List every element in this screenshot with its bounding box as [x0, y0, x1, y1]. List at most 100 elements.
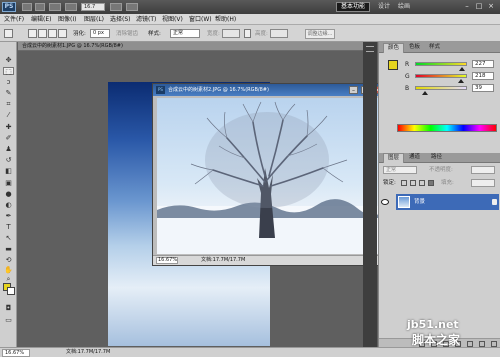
- pen-tool-icon[interactable]: ✒: [3, 212, 14, 220]
- crop-tool-icon[interactable]: ⌗: [3, 100, 14, 108]
- fill-input[interactable]: [471, 179, 495, 187]
- floating-document-window[interactable]: PS 合成云中的树素材2.JPG @ 16.7%(RGB/8#) – □ ×: [152, 83, 389, 266]
- feather-input[interactable]: 0 px: [90, 29, 110, 38]
- eraser-tool-icon[interactable]: ◧: [3, 167, 14, 175]
- blur-tool-icon[interactable]: ●: [3, 190, 14, 198]
- history-brush-tool-icon[interactable]: ↺: [3, 156, 14, 164]
- menu-filter[interactable]: 滤镜(T): [136, 15, 156, 24]
- maximize-button[interactable]: □: [474, 2, 484, 11]
- workspace-painting[interactable]: 绘画: [398, 2, 410, 12]
- layer-visibility-eye-icon[interactable]: [381, 199, 389, 205]
- tab-swatches[interactable]: 色板: [405, 43, 424, 53]
- lock-position-icon[interactable]: [419, 180, 425, 186]
- layer-row-background[interactable]: 背景: [396, 194, 499, 210]
- swap-dimensions-icon[interactable]: [244, 29, 251, 38]
- healing-brush-tool-icon[interactable]: ✚: [3, 123, 14, 131]
- menu-select[interactable]: 选择(S): [110, 15, 131, 24]
- tab-color[interactable]: 颜色: [383, 43, 405, 53]
- dodge-tool-icon[interactable]: ◐: [3, 201, 14, 209]
- screen-mode-button[interactable]: [126, 3, 138, 11]
- channel-r-knob[interactable]: [459, 67, 465, 71]
- channel-g-value[interactable]: 218: [472, 72, 494, 80]
- floating-window-title-bar[interactable]: PS 合成云中的树素材2.JPG @ 16.7%(RGB/8#) – □ ×: [153, 84, 388, 96]
- menu-image[interactable]: 图像(I): [58, 15, 76, 24]
- channel-b-knob[interactable]: [422, 91, 428, 95]
- layer-thumbnail: [398, 196, 410, 208]
- lock-image-icon[interactable]: [410, 180, 416, 186]
- menu-layer[interactable]: 图层(L): [84, 15, 104, 24]
- color-ramp[interactable]: [397, 124, 497, 132]
- clone-stamp-tool-icon[interactable]: ♟: [3, 145, 14, 153]
- menu-window[interactable]: 窗口(W): [189, 15, 212, 24]
- subtract-selection-icon[interactable]: [48, 29, 57, 38]
- rectangular-marquee-tool-icon[interactable]: ⬚: [3, 67, 14, 76]
- channel-b-label: B: [405, 85, 410, 92]
- channel-b-value[interactable]: 39: [472, 84, 494, 92]
- feather-label: 羽化:: [73, 31, 86, 37]
- channel-g-knob[interactable]: [458, 79, 464, 83]
- channel-b-slider[interactable]: [415, 86, 467, 95]
- tab-styles[interactable]: 样式: [425, 43, 444, 53]
- style-select[interactable]: 正常: [170, 29, 200, 38]
- view-extras-button[interactable]: [49, 3, 61, 11]
- zoom-tool-icon[interactable]: ⌕: [3, 275, 14, 283]
- winter-tree-photo: [157, 98, 385, 254]
- mini-bridge-button[interactable]: [35, 3, 45, 11]
- lasso-tool-icon[interactable]: ↄ: [3, 78, 14, 86]
- tab-layers[interactable]: 图层: [383, 153, 405, 163]
- menu-edit[interactable]: 编辑(E): [31, 15, 51, 24]
- document-tab-title: 合成云中的树素材1.JPG @ 16.7%(RGB/8#): [22, 43, 123, 49]
- antialias-checkbox-label[interactable]: 消除锯齿: [116, 30, 138, 38]
- quick-mask-icon[interactable]: ◘: [3, 304, 14, 312]
- path-selection-tool-icon[interactable]: ↖: [3, 234, 14, 242]
- channel-g-slider[interactable]: [415, 74, 467, 83]
- eyedropper-tool-icon[interactable]: ⁄: [3, 111, 14, 119]
- status-zoom-field[interactable]: 16.67%: [2, 349, 30, 357]
- add-selection-icon[interactable]: [38, 29, 47, 38]
- zoom-level-field[interactable]: 16.7: [81, 3, 105, 11]
- color-panel-foreground-swatch[interactable]: [388, 60, 398, 70]
- lock-all-icon[interactable]: [428, 180, 434, 186]
- brush-tool-icon[interactable]: ✐: [3, 134, 14, 142]
- floating-zoom-field[interactable]: 16.67%: [156, 257, 178, 264]
- marquee-preset-icon[interactable]: [4, 29, 13, 38]
- background-color-swatch[interactable]: [7, 287, 15, 295]
- channel-r-slider[interactable]: [415, 62, 467, 71]
- shape-tool-icon[interactable]: ▬: [3, 245, 14, 253]
- opacity-input[interactable]: [471, 166, 495, 174]
- blend-mode-select[interactable]: 正常: [383, 166, 417, 174]
- 3d-rotate-tool-icon[interactable]: ⟲: [3, 256, 14, 264]
- bridge-button[interactable]: [22, 3, 32, 11]
- quick-selection-tool-icon[interactable]: ✎: [3, 89, 14, 97]
- lock-transparent-icon[interactable]: [401, 180, 407, 186]
- floating-minimize-button[interactable]: –: [349, 86, 358, 94]
- tab-channels[interactable]: 通道: [405, 153, 424, 163]
- refine-edge-button[interactable]: 调整边缘...: [305, 29, 335, 39]
- minimize-button[interactable]: –: [462, 2, 472, 11]
- workspace-essentials-button[interactable]: 基本功能: [336, 2, 370, 12]
- hand-tool-button[interactable]: [65, 3, 77, 11]
- intersect-selection-icon[interactable]: [58, 29, 67, 38]
- color-panel-tabs: 颜色 色板 样式: [379, 42, 500, 53]
- menu-file[interactable]: 文件(F): [4, 15, 24, 24]
- menu-help[interactable]: 帮助(H): [215, 15, 236, 24]
- close-button[interactable]: ×: [486, 2, 496, 11]
- tool-options-bar: 羽化: 0 px 消除锯齿 样式: 正常 宽度: 高度: 调整边缘...: [0, 25, 500, 42]
- tab-paths[interactable]: 路径: [427, 153, 446, 163]
- menu-view[interactable]: 视图(V): [162, 15, 183, 24]
- document-tab[interactable]: 合成云中的树素材1.JPG @ 16.7%(RGB/8#): [18, 42, 363, 51]
- channel-g-label: G: [405, 73, 410, 80]
- hand-tool-icon[interactable]: ✋: [3, 266, 14, 274]
- dock-grip-icon[interactable]: [366, 46, 374, 52]
- layer-name: 背景: [414, 199, 426, 205]
- gradient-tool-icon[interactable]: ▣: [3, 179, 14, 187]
- height-input[interactable]: [270, 29, 288, 38]
- new-selection-icon[interactable]: [28, 29, 37, 38]
- move-tool-icon[interactable]: ✥: [3, 56, 14, 64]
- width-input[interactable]: [222, 29, 240, 38]
- channel-r-value[interactable]: 227: [472, 60, 494, 68]
- workspace-design[interactable]: 设计: [378, 2, 390, 12]
- screen-mode-icon[interactable]: ▭: [3, 316, 14, 324]
- arrange-documents-button[interactable]: [110, 3, 122, 11]
- type-tool-icon[interactable]: T: [3, 223, 14, 231]
